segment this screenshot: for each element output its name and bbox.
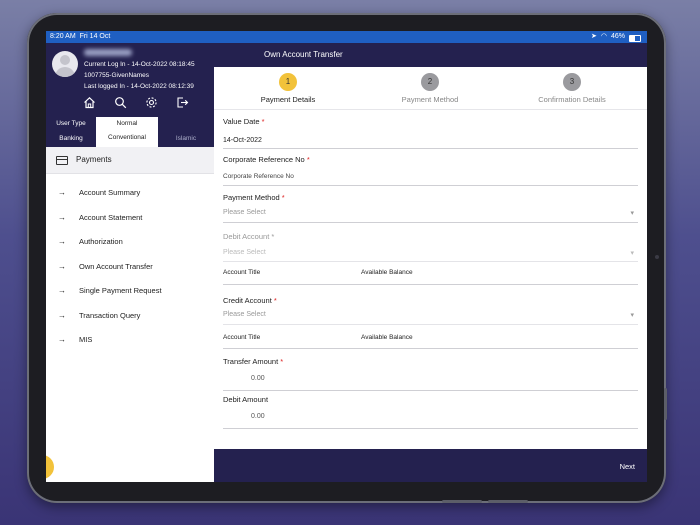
sidebar: Current Log In - 14-Oct-2022 08:18:45 10… [46,43,215,482]
arrow-right-icon: → [58,286,66,295]
corporate-ref-field[interactable]: Corporate Reference No * Corporate Refer… [223,155,638,186]
sidebar-toggle-tab[interactable] [46,455,54,479]
step-label: Confirmation Details [538,95,606,104]
sidebar-item-account-statement[interactable]: → Account Statement [46,206,214,231]
status-bar: 8:20 AM Fri 14 Oct ➤ ◠ 46% [46,31,647,43]
arrow-right-icon: → [58,310,66,320]
screen: 8:20 AM Fri 14 Oct ➤ ◠ 46% Current Log I… [46,31,647,482]
debit-account-title-label: Account Title [223,269,261,276]
corporate-ref-label: Corporate Reference No [223,155,305,164]
value-date-field[interactable]: Value Date * 14-Oct-2022 [223,117,638,149]
credit-account-label: Credit Account [223,296,272,305]
credit-available-balance-label: Available Balance [361,334,413,341]
payments-label: Payments [76,155,112,164]
last-login: Last logged In - 14-Oct-2022 08:12:39 [84,83,194,90]
profile-panel: Current Log In - 14-Oct-2022 08:18:45 10… [46,43,214,147]
credit-account-field[interactable]: Credit Account * Please Select ▾ Account… [223,296,638,349]
power-button [442,500,482,503]
chevron-down-icon: ▾ [630,210,634,217]
transfer-amount-label: Transfer Amount [223,357,279,366]
main-panel: Own Account Transfer 1 Payment Details 2… [214,43,647,482]
step-label: Payment Details [260,95,316,104]
user-id: 1007755-GivenNames [84,72,150,79]
debit-amount-label: Debit Amount [223,395,269,404]
next-button[interactable]: Next [620,462,635,471]
stepper: 1 Payment Details 2 Payment Method 3 Con… [214,67,647,110]
sidebar-item-account-summary[interactable]: → Account Summary [46,181,214,206]
value-date-value: 14-Oct-2022 [223,137,262,144]
step-number: 2 [421,73,439,91]
payments-menu: → Account Summary → Account Statement → Aut… [46,181,214,353]
search-icon[interactable] [113,95,128,110]
debit-amount-field: Debit Amount 0.00 [223,395,638,429]
camera [655,255,659,259]
debit-amount-value: 0.00 [251,413,265,420]
step-number: 1 [279,73,297,91]
step-number: 3 [563,73,581,91]
user-type-selector: User Type Banking Normal Conventional Is… [46,115,214,147]
wifi-icon: ◠ [600,33,607,40]
volume-button [664,388,667,420]
user-type-label: User Type [56,120,86,127]
arrow-right-icon: → [58,335,66,344]
card-icon [56,156,68,165]
chevron-down-icon: ▾ [630,250,634,257]
arrow-right-icon: → [58,237,66,246]
payment-method-label: Payment Method [223,193,280,202]
credit-account-title-label: Account Title [223,334,261,341]
payments-section[interactable]: Payments [46,147,214,174]
battery-icon [629,34,641,42]
page-header: Own Account Transfer [214,43,647,67]
debit-account-select[interactable]: Please Select [223,249,266,256]
power-button-2 [488,500,528,503]
islamic-option[interactable]: Islamic [158,132,214,146]
corporate-ref-input[interactable]: Corporate Reference No [223,173,294,180]
avatar[interactable] [52,51,78,77]
profile-actions [82,95,190,110]
arrow-right-icon: → [58,212,66,222]
status-time: 8:20 AM [50,33,76,40]
payment-method-select[interactable]: Please Select [223,209,266,216]
sidebar-item-single-payment-request[interactable]: → Single Payment Request [46,279,214,304]
profile-name-blurred [84,49,132,56]
value-date-label: Value Date [223,117,260,126]
current-login: Current Log In - 14-Oct-2022 08:18:45 [84,61,195,68]
arrow-right-icon: → [58,261,66,271]
debit-account-field[interactable]: Debit Account * Please Select ▾ Account … [223,232,638,285]
home-icon[interactable] [82,95,97,110]
sidebar-item-mis[interactable]: → MIS [46,328,214,353]
transfer-amount-input[interactable]: 0.00 [251,375,265,382]
step-payment-method[interactable]: 2 Payment Method [370,73,490,104]
status-date: Fri 14 Oct [79,33,111,40]
conventional-option[interactable]: Conventional [96,131,158,147]
normal-option[interactable]: Normal [96,117,158,131]
transfer-amount-field[interactable]: Transfer Amount * 0.00 [223,357,638,391]
banking-label: Banking [59,135,83,142]
credit-account-select[interactable]: Please Select [223,311,266,318]
page-title: Own Account Transfer [264,50,343,59]
logout-icon[interactable] [175,95,190,110]
arrow-right-icon: → [58,188,66,197]
step-confirmation-details[interactable]: 3 Confirmation Details [512,73,632,104]
chevron-down-icon: ▾ [630,312,634,319]
step-payment-details[interactable]: 1 Payment Details [228,73,348,104]
debit-available-balance-label: Available Balance [361,269,413,276]
debit-account-label: Debit Account [223,232,270,241]
sidebar-item-transaction-query[interactable]: → Transaction Query [46,304,214,329]
sidebar-item-own-account-transfer[interactable]: → Own Account Transfer [46,255,214,280]
location-icon: ➤ [591,33,597,40]
payment-method-field[interactable]: Payment Method * Please Select ▾ [223,193,638,223]
battery-percent: 46% [610,33,625,40]
step-label: Payment Method [401,95,459,104]
footer-bar: Next [214,449,647,482]
sidebar-item-authorization[interactable]: → Authorization [46,230,214,255]
gear-icon[interactable] [144,95,159,110]
